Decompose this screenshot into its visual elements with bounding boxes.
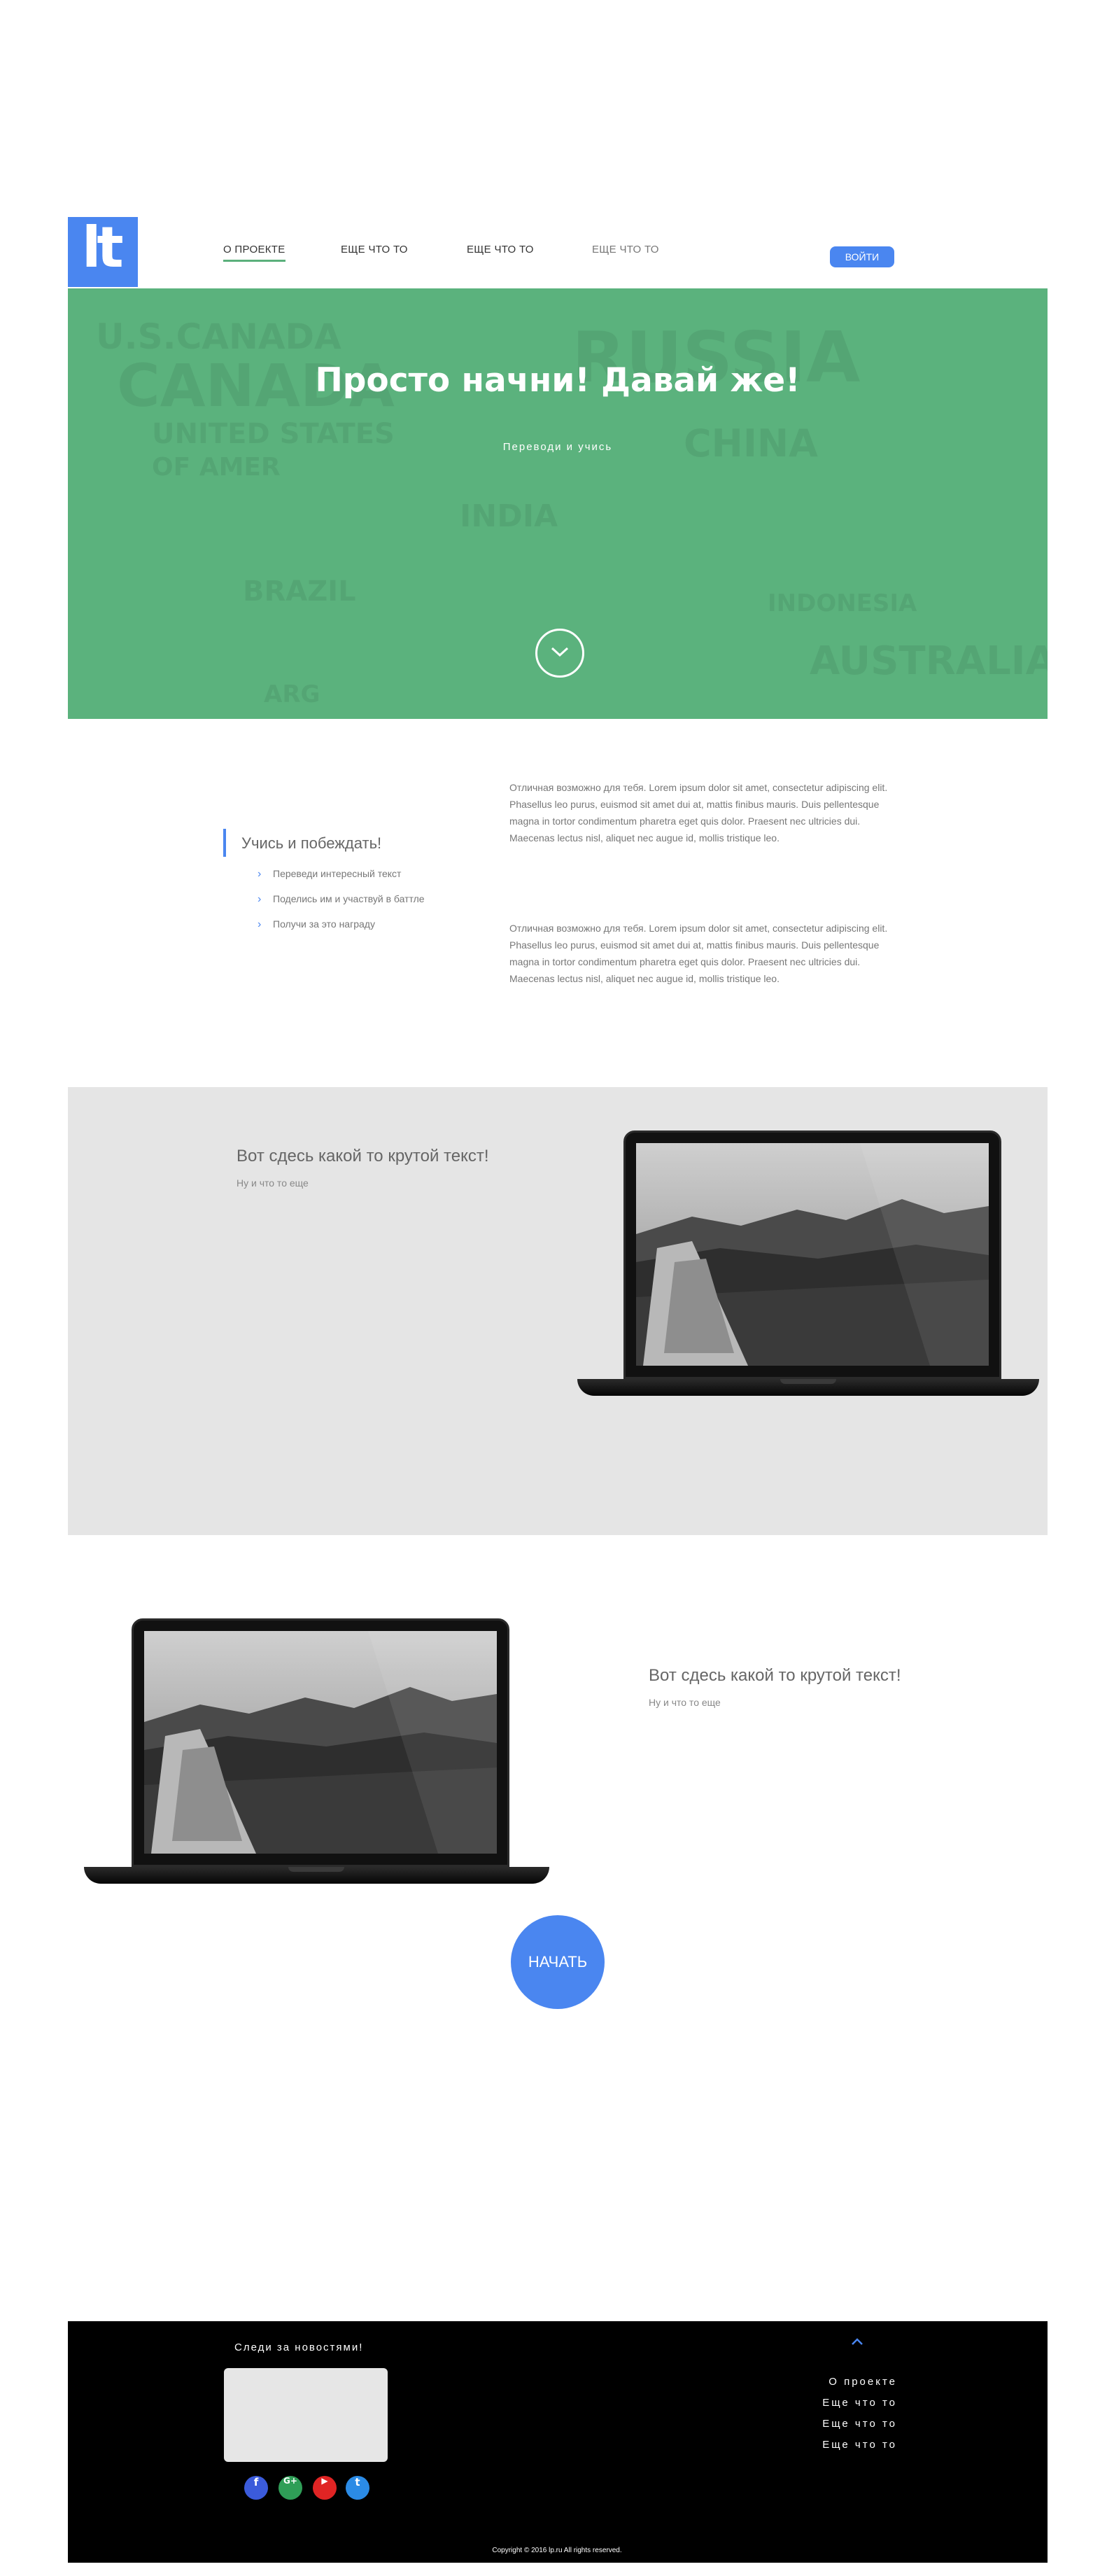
map-word: AUSTRALIA [810, 638, 1048, 684]
google-plus-icon[interactable]: G+ [278, 2476, 302, 2500]
landscape-photo [144, 1631, 497, 1854]
feature2-title: Вот сдесь какой то крутой текст! [649, 1666, 901, 1685]
map-word: BRAZIL [243, 575, 356, 608]
login-button[interactable]: ВОЙТИ [830, 246, 894, 267]
youtube-icon[interactable]: ▶ [313, 2476, 337, 2500]
logo-text: lt [82, 215, 124, 280]
feature1-subtitle: Ну и что то еще [237, 1177, 309, 1189]
paragraph-2: Отличная возможно для тебя. Lorem ipsum … [509, 923, 888, 984]
chevron-down-icon [551, 647, 569, 657]
feature1-title: Вот сдесь какой то крутой текст! [237, 1147, 489, 1166]
learn-item-label: Поделись им и участвуй в баттле [273, 893, 425, 904]
hero-banner: U.S.CANADA CANADA UNITED STATES OF AMER … [68, 288, 1048, 719]
twitter-icon[interactable]: t [346, 2476, 369, 2500]
chevron-right-icon: › [258, 868, 262, 880]
facebook-icon[interactable]: f [244, 2476, 268, 2500]
laptop-image [84, 1618, 549, 1891]
follow-news-label: Следи за новостями! [234, 2342, 364, 2353]
nav-item-3[interactable]: ЕЩЕ ЧТО ТО [467, 244, 534, 255]
nav-item-about[interactable]: О ПРОЕКТЕ [223, 244, 285, 262]
learn-item-label: Переведи интересный текст [273, 868, 402, 879]
copyright-text: Copyright © 2016 lp.ru All rights reserv… [492, 2547, 622, 2554]
footer-link[interactable]: Еще что то [757, 2439, 897, 2451]
nav-item-4[interactable]: ЕЩЕ ЧТО ТО [592, 244, 659, 255]
news-widget[interactable] [224, 2368, 388, 2462]
learn-item-label: Получи за это награду [273, 918, 375, 930]
footer-link[interactable]: Еще что то [757, 2418, 897, 2430]
logo[interactable]: lt [68, 217, 138, 287]
map-word: INDIA [460, 498, 558, 534]
laptop-image [577, 1130, 1039, 1404]
map-word: OF AMER [152, 453, 281, 482]
footer-link[interactable]: Еще что то [757, 2397, 897, 2409]
map-word: ARG [264, 680, 320, 708]
learn-accent-bar [223, 829, 226, 857]
chevron-right-icon: › [258, 918, 262, 930]
scroll-top-button[interactable] [850, 2337, 864, 2350]
map-word: INDONESIA [768, 589, 917, 617]
footer-link-about[interactable]: О проекте [757, 2376, 897, 2388]
landscape-photo [636, 1143, 989, 1366]
chevron-right-icon: › [258, 893, 262, 905]
footer [68, 2321, 1048, 2563]
paragraph-1: Отличная возможно для тебя. Lorem ipsum … [509, 782, 888, 844]
feature2-subtitle: Ну и что то еще [649, 1697, 721, 1708]
hero-title: Просто начни! Давай же! [315, 361, 801, 400]
start-button[interactable]: НАЧАТЬ [511, 1915, 605, 2009]
nav-item-2[interactable]: ЕЩЕ ЧТО ТО [341, 244, 408, 255]
scroll-down-button[interactable] [535, 629, 584, 678]
chevron-up-icon [852, 2338, 863, 2345]
learn-title: Учись и побеждать! [241, 834, 382, 852]
hero-subtitle: Переводи и учись [502, 441, 613, 453]
